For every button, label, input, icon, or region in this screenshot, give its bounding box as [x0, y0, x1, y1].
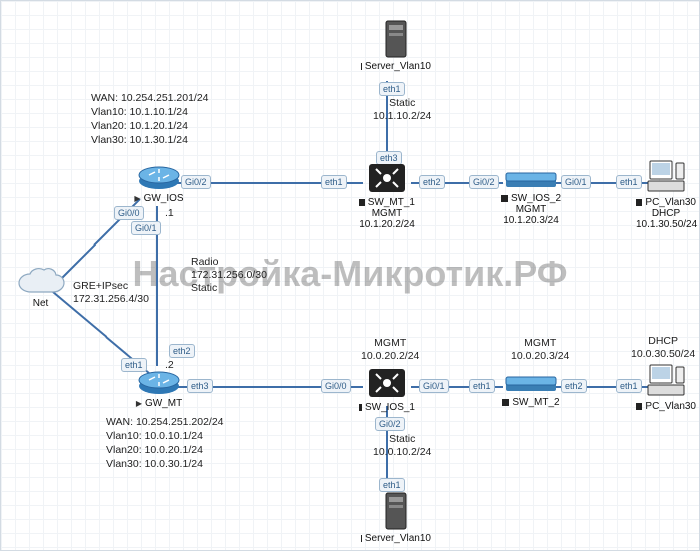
- pc-top-name: PC_Vlan30: [645, 197, 696, 208]
- if-swios1-gi01: Gi0/1: [419, 379, 449, 393]
- switch-icon: [504, 171, 558, 191]
- node-sw-ios-1[interactable]: SW_IOS_1: [359, 366, 415, 413]
- node-gw-ios[interactable]: ▶GW_IOS: [129, 161, 189, 204]
- server-top-cfg: Static 10.1.10.2/24: [373, 97, 431, 123]
- sw-mt-1-mgmt: MGMT: [359, 208, 415, 219]
- gw-ios-name: GW_IOS: [144, 193, 184, 204]
- node-sw-mt-2[interactable]: SW_MT_2: [496, 375, 566, 408]
- if-swmt1-eth1: eth1: [321, 175, 347, 189]
- sw-ios-2-mgmt: MGMT: [496, 204, 566, 215]
- node-pc-vlan30-bot[interactable]: PC_Vlan30: [636, 363, 696, 412]
- pc-top-dhcp: DHCP: [636, 208, 696, 219]
- pc-bot-name: PC_Vlan30: [645, 401, 696, 412]
- server-icon: [383, 491, 409, 531]
- gre-text: GRE+IPsec 172.31.256.4/30: [73, 280, 149, 306]
- if-gwios-gi00: Gi0/0: [114, 206, 144, 220]
- router-icon: [137, 366, 181, 396]
- switch-icon: [366, 161, 408, 195]
- router-icon: [137, 161, 181, 191]
- node-net-cloud[interactable]: Net: [13, 266, 68, 309]
- if-gwmt-eth3: eth3: [187, 379, 213, 393]
- node-sw-mt-1[interactable]: SW_MT_1 MGMT 10.1.20.2/24: [359, 161, 415, 230]
- cloud-label: Net: [13, 298, 68, 309]
- if-gwmt-eth2: eth2: [169, 344, 195, 358]
- pc-top-ip: 10.1.30.50/24: [636, 219, 696, 230]
- sw-ios-1-name: SW_IOS_1: [365, 402, 415, 413]
- node-gw-mt[interactable]: ▶GW_MT: [129, 366, 189, 409]
- sw-ios-1-cfg: MGMT 10.0.20.2/24: [361, 337, 419, 363]
- if-swios1-gi00: Gi0/0: [321, 379, 351, 393]
- if-gwios-gi01: Gi0/1: [131, 221, 161, 235]
- server-bot-name: Server_Vlan10: [365, 533, 431, 544]
- server-top-name: Server_Vlan10: [365, 61, 431, 72]
- node-sw-ios-2[interactable]: SW_IOS_2 MGMT 10.1.20.3/24: [496, 171, 566, 226]
- node-pc-vlan30-top[interactable]: PC_Vlan30 DHCP 10.1.30.50/24: [636, 159, 696, 230]
- pc-icon: [646, 363, 686, 399]
- gw-mt-dot: .2: [165, 359, 174, 371]
- node-server-bot[interactable]: Server_Vlan10: [361, 491, 431, 544]
- switch-icon: [366, 366, 408, 400]
- sw-mt-2-name: SW_MT_2: [512, 397, 559, 408]
- sw-ios-2-name: SW_IOS_2: [511, 193, 561, 204]
- if-swios1-gi02: Gi0/2: [375, 417, 405, 431]
- switch-icon: [504, 375, 558, 395]
- sw-mt-1-ip: 10.1.20.2/24: [359, 219, 415, 230]
- pc-icon: [646, 159, 686, 195]
- server-icon: [383, 19, 409, 59]
- node-server-top[interactable]: Server_Vlan10: [361, 19, 431, 72]
- gw-ios-dot: .1: [165, 207, 174, 219]
- if-srvbot-eth1: eth1: [379, 478, 405, 492]
- sw-mt-2-cfg: MGMT 10.0.20.3/24: [511, 337, 569, 363]
- diagram-canvas: Настройка-Микротик.РФ Gi0/0 Gi0/1 Gi0/2 …: [0, 0, 700, 551]
- gw-mt-name: GW_MT: [145, 398, 182, 409]
- if-swios2-gi02: Gi0/2: [469, 175, 499, 189]
- radio-text: Radio 172.31.256.0/30 Static: [191, 256, 267, 295]
- server-bot-cfg: Static 10.0.10.2/24: [373, 433, 431, 459]
- gw-mt-config: WAN: 10.254.251.202/24 Vlan10: 10.0.10.1…: [106, 415, 224, 471]
- if-swmt2-eth1: eth1: [469, 379, 495, 393]
- cloud-icon: [16, 266, 66, 298]
- if-srvtop-eth1: eth1: [379, 82, 405, 96]
- sw-mt-1-name: SW_MT_1: [368, 197, 415, 208]
- sw-ios-2-ip: 10.1.20.3/24: [496, 215, 566, 226]
- pc-bot-cfg: DHCP 10.0.30.50/24: [631, 335, 695, 361]
- if-swmt1-eth2: eth2: [419, 175, 445, 189]
- gw-ios-config: WAN: 10.254.251.201/24 Vlan10: 10.1.10.1…: [91, 91, 209, 147]
